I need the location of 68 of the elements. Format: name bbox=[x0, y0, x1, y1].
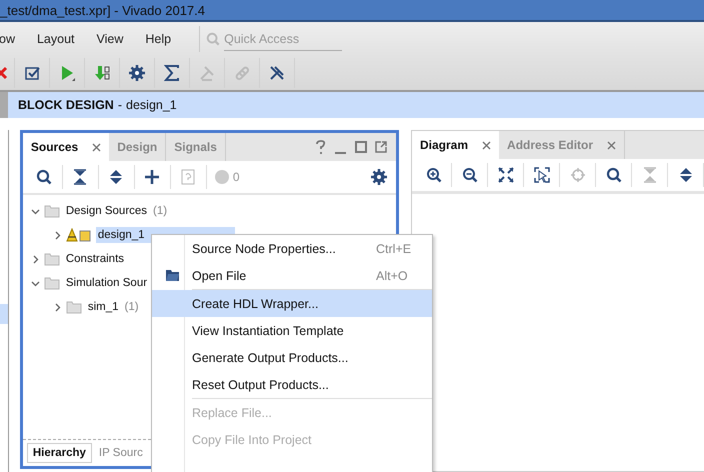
maximize-icon[interactable] bbox=[354, 140, 368, 154]
tree-item[interactable]: Design Sources bbox=[64, 203, 150, 219]
panel-tab[interactable]: Sources bbox=[22, 133, 110, 161]
folder-icon bbox=[66, 300, 82, 314]
expand-icon bbox=[108, 169, 124, 185]
cut-probe-icon bbox=[269, 65, 285, 81]
chevron-down-icon[interactable] bbox=[30, 278, 40, 288]
chevron-down-icon[interactable] bbox=[30, 206, 40, 216]
zoom-in-icon bbox=[426, 167, 442, 183]
probe-icon bbox=[199, 65, 215, 81]
tree-item[interactable]: Constraints bbox=[64, 251, 126, 267]
folder-icon bbox=[164, 269, 180, 282]
expand-icon bbox=[678, 167, 694, 183]
menu-item[interactable]: Generate Output Products... bbox=[152, 344, 432, 371]
design-name: design_1 bbox=[126, 98, 177, 112]
menu-item[interactable]: Help bbox=[145, 32, 172, 46]
sigma-icon bbox=[164, 65, 180, 81]
close-icon[interactable] bbox=[482, 140, 492, 150]
menu-item[interactable]: Open File Alt+O bbox=[152, 262, 432, 289]
tree-item[interactable]: Simulation Sour bbox=[64, 275, 150, 291]
folder-icon bbox=[44, 252, 60, 266]
crosshair-icon bbox=[570, 167, 586, 183]
collapse-icon bbox=[642, 167, 658, 183]
collapse-icon bbox=[72, 169, 88, 185]
menu-item[interactable]: View bbox=[96, 32, 124, 46]
play-icon bbox=[59, 65, 75, 81]
chevron-right-icon[interactable] bbox=[52, 230, 62, 240]
chevron-right-icon[interactable] bbox=[30, 254, 40, 264]
float-icon[interactable] bbox=[374, 140, 388, 154]
menu-item[interactable]: Reset Output Products... bbox=[152, 371, 432, 398]
item-count: (1) bbox=[124, 301, 139, 313]
editor-kind: BLOCK DESIGN bbox=[18, 98, 114, 112]
view-tab[interactable]: IP Sourc bbox=[94, 444, 148, 462]
folder-icon bbox=[44, 204, 60, 218]
checkbox-icon bbox=[24, 65, 40, 81]
window-title: _test/dma_test.xpr] - Vivado 2017.4 bbox=[0, 2, 205, 18]
menu-item[interactable]: Source Node Properties... Ctrl+E bbox=[152, 235, 432, 262]
menu-item[interactable]: Create HDL Wrapper... bbox=[152, 290, 432, 317]
zoom-out-icon bbox=[462, 167, 478, 183]
header-separator: - bbox=[118, 98, 122, 112]
close-icon[interactable] bbox=[607, 140, 616, 150]
item-count: (1) bbox=[153, 205, 168, 217]
search-icon bbox=[206, 32, 220, 46]
gear-icon bbox=[370, 169, 386, 185]
search-icon bbox=[606, 167, 622, 183]
gear-icon bbox=[129, 65, 145, 81]
close-icon[interactable] bbox=[92, 142, 102, 152]
block-design-icon bbox=[66, 228, 92, 242]
chevron-right-icon[interactable] bbox=[52, 302, 62, 312]
chain-link-icon bbox=[234, 65, 250, 81]
quick-access-field[interactable]: Quick Access bbox=[224, 28, 342, 50]
panel-tab[interactable]: Diagram bbox=[412, 131, 500, 159]
message-count: 0 bbox=[232, 170, 240, 184]
folder-icon bbox=[44, 276, 60, 290]
search-icon bbox=[36, 169, 52, 185]
view-tab[interactable]: Hierarchy bbox=[26, 443, 92, 463]
tree-item[interactable]: sim_1 bbox=[86, 299, 121, 315]
download-bits-icon bbox=[94, 65, 110, 81]
area-select-icon bbox=[534, 167, 550, 183]
menu-item[interactable]: View Instantiation Template bbox=[152, 317, 432, 344]
cross-button[interactable] bbox=[0, 58, 15, 88]
message-icon bbox=[214, 170, 229, 184]
plus-icon bbox=[144, 169, 160, 185]
help-icon bbox=[180, 169, 196, 185]
cross-icon bbox=[0, 65, 8, 81]
help-icon[interactable] bbox=[314, 140, 328, 154]
menu-item[interactable]: Layout bbox=[36, 32, 75, 46]
fit-view-icon bbox=[498, 167, 514, 183]
